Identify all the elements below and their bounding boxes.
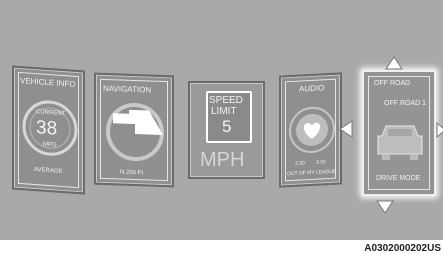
left-arrow-icon[interactable] bbox=[338, 120, 354, 138]
limit-label: LIMIT bbox=[211, 106, 237, 117]
vehicle-front-icon bbox=[377, 125, 423, 160]
navigation-card[interactable]: NAVIGATION N 200 Ft. bbox=[94, 72, 174, 188]
off-road-card[interactable]: OFF ROAD OFF ROAD 1 DRIVE MODE bbox=[362, 70, 436, 196]
mpg-value: 38 bbox=[36, 117, 58, 140]
cluster-display: VEHICLE INFO CURRENT 38 MPG AVERAGE NAVI… bbox=[0, 0, 443, 240]
heart-icon bbox=[303, 122, 321, 139]
audio-title: AUDIO bbox=[299, 83, 325, 94]
time-elapsed: 3.30 bbox=[295, 160, 305, 167]
off-road-title: OFF ROAD bbox=[374, 80, 411, 87]
off-road-mode: OFF ROAD 1 bbox=[384, 100, 427, 107]
right-arrow-icon[interactable] bbox=[436, 121, 443, 139]
navigation-title: NAVIGATION bbox=[103, 83, 152, 95]
figure-caption: A0302000202US bbox=[364, 243, 441, 254]
down-arrow-icon[interactable] bbox=[376, 200, 394, 214]
speed-limit-card[interactable]: SPEED LIMIT 5 MPH bbox=[188, 81, 265, 179]
vehicle-info-card[interactable]: VEHICLE INFO CURRENT 38 MPG AVERAGE bbox=[12, 65, 85, 195]
drive-mode-label: DRIVE MODE bbox=[376, 175, 421, 182]
speed-limit-value: 5 bbox=[222, 117, 232, 136]
mpg-unit: MPG bbox=[43, 141, 57, 149]
nav-distance: N 200 Ft. bbox=[120, 169, 145, 177]
speed-label: SPEED bbox=[209, 95, 243, 106]
time-total: 3.30 bbox=[316, 159, 326, 166]
speed-unit: MPH bbox=[200, 149, 245, 171]
audio-card[interactable]: AUDIO 3.30 3.30 OUT OF MY LEAGUE bbox=[279, 72, 342, 188]
up-arrow-icon[interactable] bbox=[385, 56, 403, 70]
turn-arrow-icon bbox=[113, 109, 163, 136]
